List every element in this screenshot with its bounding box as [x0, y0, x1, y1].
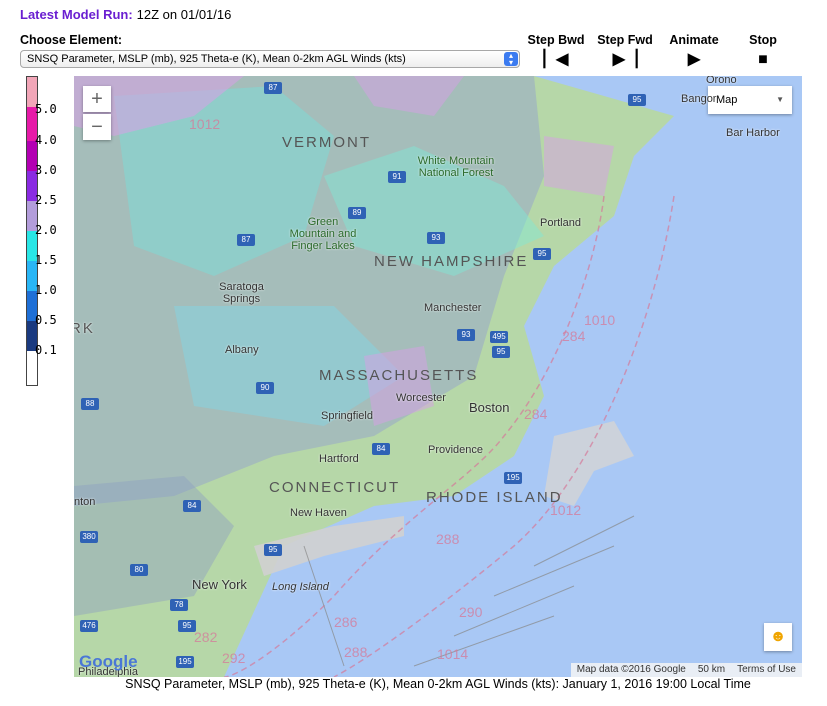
- map-type-value: Map: [716, 94, 738, 106]
- place-label: Albany: [225, 344, 259, 356]
- highway-shield: 84: [372, 443, 390, 455]
- map-caption: SNSQ Parameter, MSLP (mb), 925 Theta-e (…: [125, 677, 751, 691]
- highway-shield: 95: [533, 248, 551, 260]
- highway-shield: 87: [264, 82, 282, 94]
- state-label: CONNECTICUT: [269, 479, 401, 496]
- isobar-label: 284: [562, 328, 586, 344]
- map-scale-label: 50 km: [697, 664, 726, 675]
- isobar-label: 1010: [584, 312, 616, 328]
- highway-shield: 195: [504, 472, 522, 484]
- place-label: Bangor: [681, 93, 717, 105]
- select-arrows-icon: ▴ ▾: [504, 52, 518, 67]
- place-label: New Haven: [290, 507, 347, 519]
- highway-shield: 95: [178, 620, 196, 632]
- scale-label: 2.0: [35, 223, 57, 237]
- place-label: New York: [192, 577, 247, 592]
- scale-label: 1.5: [35, 253, 57, 267]
- isobar-label: 292: [222, 650, 246, 666]
- highway-shield: 84: [183, 500, 201, 512]
- state-label: NEW HAMPSHIRE: [374, 253, 529, 270]
- place-label: Springfield: [321, 410, 373, 422]
- scale-label: 5.0: [35, 102, 57, 116]
- map-attribution: Map data ©2016 Google 50 km Terms of Use: [570, 663, 802, 677]
- isobar-label: 286: [334, 614, 358, 630]
- animate-label: Animate: [669, 33, 719, 47]
- latest-run-value: 12Z on 01/01/16: [136, 7, 232, 22]
- state-label: VERMONT: [282, 134, 371, 151]
- map-type-select[interactable]: Map ▼: [708, 86, 792, 114]
- highway-shield: 87: [237, 234, 255, 246]
- chevron-down-icon: ▼: [776, 95, 784, 104]
- latest-run-label: Latest Model Run:: [20, 7, 133, 22]
- choose-element-label: Choose Element:: [20, 33, 123, 47]
- highway-shield: 80: [130, 564, 148, 576]
- place-label: White Mountain National Forest: [417, 155, 495, 179]
- scale-label: 0.1: [35, 343, 57, 357]
- highway-shield: 91: [388, 171, 406, 183]
- map-data-credit: Map data ©2016 Google: [576, 664, 686, 675]
- isobar-label: 288: [436, 531, 460, 547]
- weather-map[interactable]: + − Map ▼ VERMONT NEW HAMPSHIRE MASSACHU…: [74, 76, 802, 677]
- isobar-label: 282: [194, 629, 218, 645]
- zoom-in-button[interactable]: +: [83, 86, 111, 112]
- google-logo: Google: [79, 652, 138, 671]
- place-label: Providence: [428, 444, 484, 456]
- terms-of-use-link[interactable]: Terms of Use: [737, 663, 796, 677]
- place-label: Worcester: [396, 392, 446, 404]
- highway-shield: 95: [492, 346, 510, 358]
- scale-label: 4.0: [35, 133, 57, 147]
- highway-shield: 95: [628, 94, 646, 106]
- highway-shield: 88: [81, 398, 99, 410]
- step-backward-icon: ▏◀: [543, 51, 569, 68]
- scale-label: 0.5: [35, 313, 57, 327]
- place-label: Saratoga Springs: [219, 281, 264, 305]
- play-icon: ▶: [687, 51, 701, 68]
- scale-label: 3.0: [35, 163, 57, 177]
- place-label: Bar Harbor: [726, 127, 780, 139]
- highway-shield: 195: [176, 656, 194, 668]
- highway-shield: 476: [80, 620, 98, 632]
- place-label: Boston: [469, 400, 510, 415]
- highway-shield: 93: [427, 232, 445, 244]
- element-select-value: SNSQ Parameter, MSLP (mb), 925 Theta-e (…: [27, 53, 406, 65]
- isobar-label: 288: [344, 644, 368, 660]
- place-label: Green Mountain and Finger Lakes: [289, 216, 357, 252]
- element-select[interactable]: SNSQ Parameter, MSLP (mb), 925 Theta-e (…: [20, 50, 520, 68]
- highway-shield: 90: [256, 382, 274, 394]
- scale-label: 1.0: [35, 283, 57, 297]
- state-label-partial: RK: [74, 320, 95, 337]
- place-label: Orono: [706, 76, 737, 86]
- scale-label: 2.5: [35, 193, 57, 207]
- street-view-pegman-icon[interactable]: ☻: [764, 623, 792, 651]
- animate-button[interactable]: Animate ▶: [659, 33, 729, 69]
- state-label: RHODE ISLAND: [426, 489, 563, 506]
- place-label: nton: [74, 496, 96, 508]
- zoom-out-button[interactable]: −: [83, 114, 111, 140]
- latest-run-line: Latest Model Run: 12Z on 01/01/16: [20, 7, 231, 22]
- stop-button[interactable]: Stop ■: [728, 33, 798, 69]
- highway-shield: 495: [490, 331, 508, 343]
- step-bwd-label: Step Bwd: [527, 33, 585, 47]
- isobar-label: 1012: [189, 116, 221, 132]
- place-label: Portland: [540, 217, 581, 229]
- isobar-label: 1012: [550, 502, 582, 518]
- step-forward-icon: ▶▕: [612, 51, 638, 68]
- highway-shield: 89: [348, 207, 366, 219]
- place-label: Manchester: [424, 302, 482, 314]
- state-label: MASSACHUSETTS: [319, 367, 479, 384]
- step-fwd-label: Step Fwd: [597, 33, 653, 47]
- highway-shield: 93: [457, 329, 475, 341]
- highway-shield: 380: [80, 531, 98, 543]
- isobar-label: 290: [459, 604, 483, 620]
- isobar-label: 1014: [437, 646, 469, 662]
- stop-label: Stop: [749, 33, 777, 47]
- highway-shield: 78: [170, 599, 188, 611]
- step-backward-button[interactable]: Step Bwd ▏◀: [521, 33, 591, 69]
- place-label: Long Island: [272, 581, 329, 593]
- isobar-label: 284: [524, 406, 548, 422]
- step-forward-button[interactable]: Step Fwd ▶▕: [590, 33, 660, 69]
- stop-icon: ■: [758, 51, 768, 68]
- highway-shield: 95: [264, 544, 282, 556]
- place-label: Hartford: [319, 453, 359, 465]
